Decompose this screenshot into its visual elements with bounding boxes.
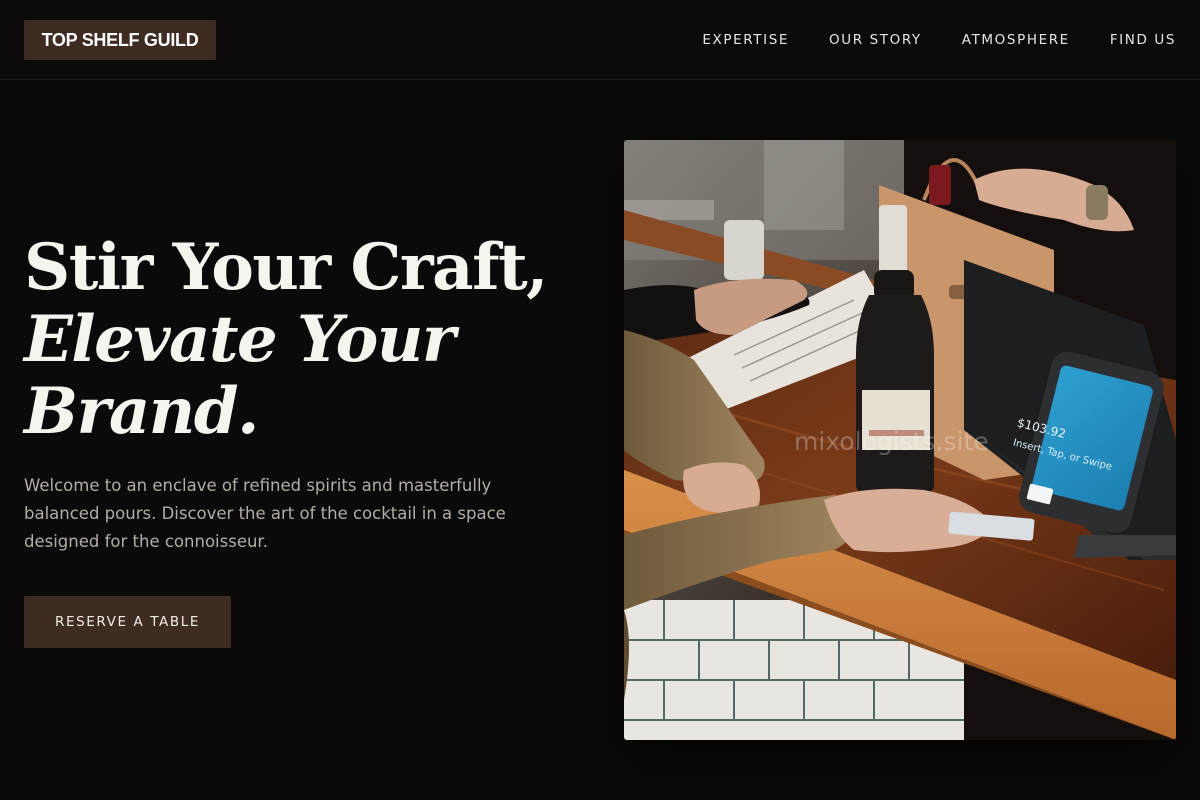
nav-link-find-us[interactable]: FIND US — [1110, 32, 1176, 48]
headline-line-2: Elevate Your — [24, 302, 456, 377]
site-logo[interactable]: TOP SHELF GUILD — [24, 20, 216, 60]
nav-link-expertise[interactable]: EXPERTISE — [702, 32, 789, 48]
nav-link-atmosphere[interactable]: ATMOSPHERE — [962, 32, 1070, 48]
bar-checkout-illustration: $103.92 Insert, Tap, or Swipe mixologist… — [624, 140, 1176, 740]
headline-line-3: Brand. — [24, 374, 259, 449]
hero-description: Welcome to an enclave of refined spirits… — [24, 476, 506, 551]
hero-headline: Stir Your Craft, Elevate Your Brand. — [24, 232, 584, 448]
site-header: TOP SHELF GUILD EXPERTISE OUR STORY ATMO… — [0, 0, 1200, 80]
nav-link-our-story[interactable]: OUR STORY — [829, 32, 922, 48]
headline-line-1: Stir Your Craft, — [24, 230, 548, 305]
reserve-table-button[interactable]: RESERVE A TABLE — [24, 596, 231, 648]
watermark-text: mixologists.site — [794, 427, 989, 456]
main-nav: EXPERTISE OUR STORY ATMOSPHERE FIND US — [702, 0, 1176, 80]
hero-photo: $103.92 Insert, Tap, or Swipe mixologist… — [624, 140, 1176, 740]
